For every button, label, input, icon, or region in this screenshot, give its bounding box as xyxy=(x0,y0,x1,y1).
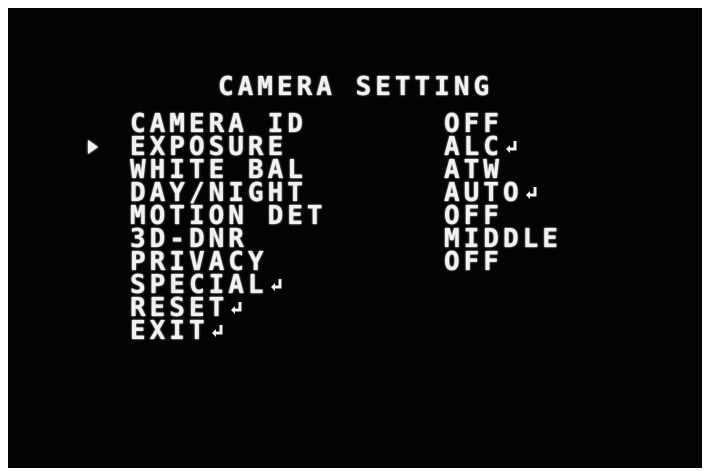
enter-icon xyxy=(270,277,284,293)
camera-osd-screen: CAMERA SETTING CAMERA ID OFF EXPOSURE AL… xyxy=(8,8,702,468)
enter-icon xyxy=(525,185,539,201)
menu-item-exit[interactable]: EXIT xyxy=(8,318,702,344)
enter-icon xyxy=(230,300,244,316)
menu-item-label-wrap: EXIT xyxy=(130,318,225,344)
enter-icon xyxy=(211,323,225,339)
menu-item-label: EXIT xyxy=(130,316,209,346)
menu-title: CAMERA SETTING xyxy=(218,72,494,102)
selection-cursor-icon xyxy=(88,140,98,154)
enter-icon xyxy=(505,139,519,155)
